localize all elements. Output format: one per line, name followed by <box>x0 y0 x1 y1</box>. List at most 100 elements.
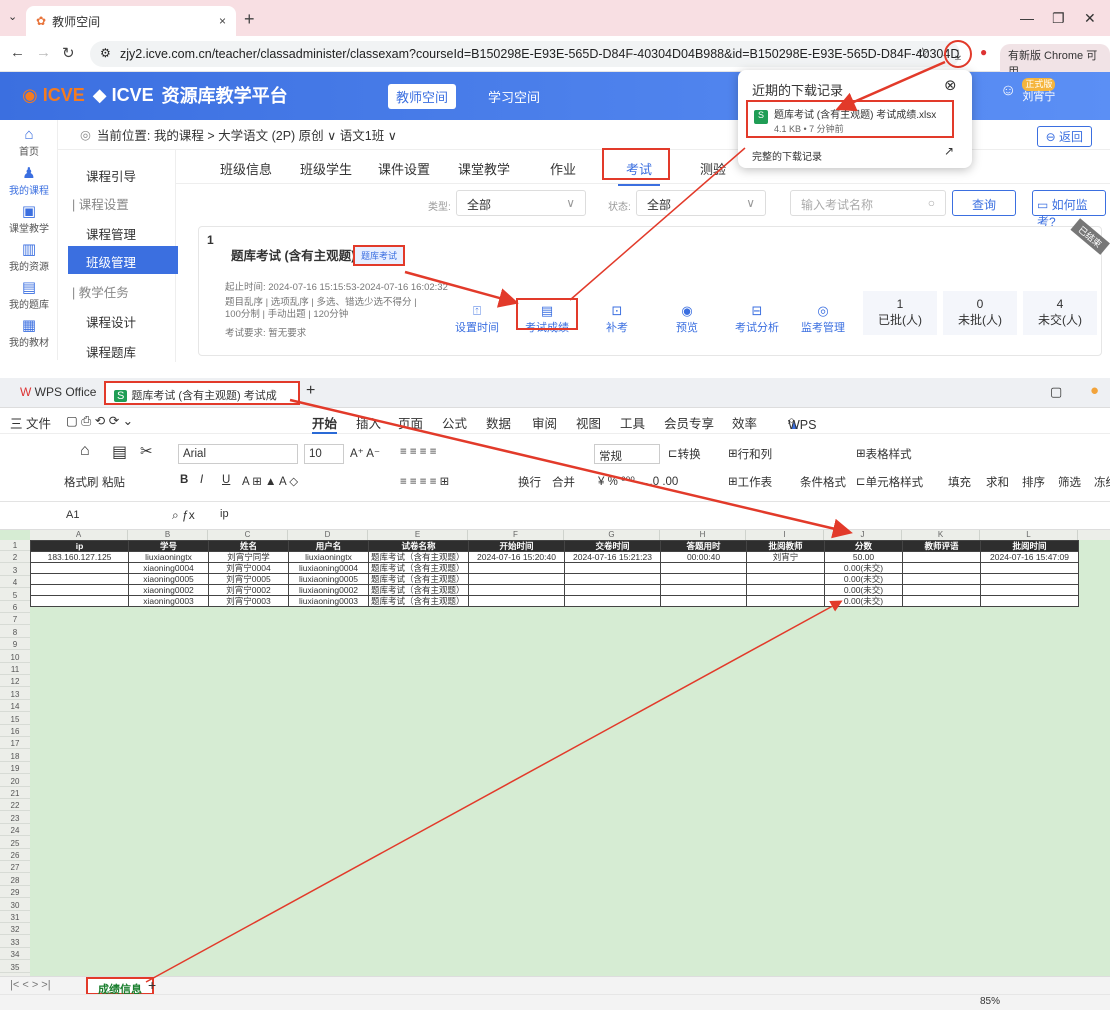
column-header[interactable]: H <box>660 530 746 540</box>
stat-ungraded[interactable]: 0 未批(人) <box>943 291 1017 335</box>
restore-icon[interactable]: ❐ <box>1052 10 1065 27</box>
menu-wps-ai[interactable]: ▲ WPS AI ⌕ <box>788 413 816 446</box>
zoom-fx-icon[interactable]: ⌕ ƒx <box>172 508 195 523</box>
column-header[interactable]: J <box>824 530 902 540</box>
column-header[interactable]: B <box>128 530 208 540</box>
stat-unsubmitted[interactable]: 4 未交(人) <box>1023 291 1097 335</box>
freeze-button[interactable]: 冻结 <box>1094 474 1110 490</box>
url-field[interactable]: ⚙ zjy2.icve.com.cn/teacher/classadminist… <box>90 41 960 67</box>
row-header[interactable]: 6 <box>0 602 30 613</box>
header-cell[interactable]: 批阅教师 <box>746 540 825 552</box>
cond-format-button[interactable]: 条件格式 <box>800 474 846 490</box>
user-avatar[interactable]: ● <box>1090 382 1099 399</box>
font-select[interactable]: Arial <box>178 444 298 464</box>
table-cell[interactable] <box>746 584 825 596</box>
table-cell[interactable]: xiaoning0002 <box>128 584 209 596</box>
table-cell[interactable] <box>30 584 129 596</box>
column-header[interactable]: G <box>564 530 660 540</box>
table-cell[interactable] <box>902 584 981 596</box>
number-format-select[interactable]: 常规 <box>594 444 660 464</box>
query-button[interactable]: 查询 <box>952 190 1016 216</box>
row-header[interactable]: 16 <box>0 726 30 737</box>
format-painter-label[interactable]: 格式刷 <box>64 474 99 490</box>
site-info-icon[interactable]: ⚙ <box>100 46 111 60</box>
table-cell[interactable] <box>746 595 825 607</box>
sheet-tab-scores[interactable]: 成绩信息 <box>86 977 154 996</box>
table-cell[interactable] <box>902 595 981 607</box>
table-cell[interactable]: 0.00(未交) <box>824 562 903 574</box>
close-popup-icon[interactable]: ⊗ <box>944 76 957 94</box>
table-cell[interactable] <box>564 573 661 585</box>
wrap-button[interactable]: 换行 <box>518 474 541 490</box>
table-cell[interactable] <box>468 584 565 596</box>
header-cell[interactable]: 用户名 <box>288 540 369 552</box>
nav-textbooks[interactable]: ▦ 我的教材 <box>0 316 58 349</box>
zoom-level[interactable]: 85% <box>980 996 1000 1007</box>
table-cell[interactable] <box>564 584 661 596</box>
convert-button[interactable]: ⊏ 转换 <box>668 446 701 461</box>
header-cell[interactable]: 答题用时 <box>660 540 747 552</box>
row-header[interactable]: 31 <box>0 912 30 923</box>
quick-access-icons[interactable]: ▢ ⎙ ⟲ ⟳ ⌄ <box>66 413 133 429</box>
table-cell[interactable]: 题库考试（含有主观题） <box>368 573 469 585</box>
menu-efficiency[interactable]: 效率 <box>732 413 757 432</box>
new-doc-button[interactable]: + <box>306 382 315 400</box>
nav-my-courses[interactable]: ♟ 我的课程 <box>0 164 58 197</box>
menu-home[interactable]: 开始 <box>312 413 338 434</box>
table-cell[interactable] <box>468 595 565 607</box>
row-header[interactable]: 23 <box>0 813 30 824</box>
row-header[interactable]: 24 <box>0 825 30 837</box>
row-header[interactable]: 4 <box>0 577 30 589</box>
name-box[interactable]: A1 <box>40 506 144 526</box>
browser-tab[interactable]: ✿ 教师空间 × <box>26 6 236 36</box>
wps-home-tab[interactable]: W WPS Office <box>20 385 96 399</box>
formula-input[interactable]: ip <box>220 508 229 520</box>
tab-teacher-space[interactable]: 教师空间 <box>388 84 457 109</box>
column-header[interactable]: K <box>902 530 980 540</box>
table-cell[interactable] <box>564 562 661 574</box>
proctor-button[interactable]: ◎ 监考管理 <box>793 303 853 335</box>
tab-homework[interactable]: 作业 <box>550 159 576 178</box>
close-tab-icon[interactable]: × <box>219 14 226 28</box>
row-header[interactable]: 21 <box>0 788 30 799</box>
menu-view[interactable]: 视图 <box>576 413 601 432</box>
add-sheet-button[interactable]: + <box>148 977 156 993</box>
wps-doc-tab[interactable]: S 题库考试 (含有主观题) 考试成 <box>104 381 300 405</box>
table-cell[interactable]: liuxiaoningtx <box>288 551 369 563</box>
row-header[interactable]: 7 <box>0 614 30 626</box>
profile-icon[interactable]: ● <box>980 45 987 59</box>
table-cell[interactable]: liuxiaoning0005 <box>288 573 369 585</box>
underline-icon[interactable]: U <box>222 474 230 486</box>
table-cell[interactable] <box>468 562 565 574</box>
row-header[interactable]: 1 <box>0 540 30 551</box>
currency-percent-icons[interactable]: ¥ % ⁰⁰⁰ ←.0 .00 <box>598 474 678 488</box>
table-cell[interactable] <box>980 562 1079 574</box>
table-cell[interactable]: liuxiaoning0004 <box>288 562 369 574</box>
nav-classroom[interactable]: ▣ 课堂教学 <box>0 202 58 235</box>
reload-icon[interactable]: ↻ <box>62 44 75 62</box>
exam-search-input[interactable]: 输入考试名称 ○ <box>790 190 946 216</box>
table-cell[interactable] <box>746 573 825 585</box>
row-header[interactable]: 18 <box>0 751 30 762</box>
table-cell[interactable]: liuxiaoningtx <box>128 551 209 563</box>
table-cell[interactable] <box>30 573 129 585</box>
subnav-course-manage[interactable]: 课程管理 <box>86 224 136 243</box>
header-cell[interactable]: 试卷名称 <box>368 540 469 552</box>
table-cell[interactable]: 刘宵宁0002 <box>208 584 289 596</box>
align-top-icons[interactable]: ≡ ≡ ≡ ≡ <box>400 446 436 458</box>
row-header[interactable]: 26 <box>0 850 30 861</box>
status-select[interactable]: 全部 ∨ <box>636 190 766 216</box>
table-cell[interactable]: 0.00(未交) <box>824 573 903 585</box>
table-cell[interactable] <box>902 562 981 574</box>
row-header[interactable]: 22 <box>0 800 30 812</box>
menu-data[interactable]: 数据 <box>486 413 511 432</box>
row-header[interactable]: 35 <box>0 962 30 973</box>
sheet-grid[interactable]: ABCDEFGHIJKL 1 2 3 4 5 6 7 8 9 10 11 12 13 14 15 16 17 18… <box>0 530 1110 976</box>
table-cell[interactable]: 题库考试（含有主观题） <box>368 562 469 574</box>
subnav-class-manage[interactable]: 班级管理 <box>68 246 178 274</box>
minimize-icon[interactable]: — <box>1020 10 1034 26</box>
table-cell[interactable]: 刘宵宁0003 <box>208 595 289 607</box>
tab-list-icon[interactable]: ⌄ <box>8 10 17 23</box>
back-icon[interactable]: ← <box>10 44 25 61</box>
full-history-link[interactable]: 完整的下载记录 <box>752 148 822 163</box>
